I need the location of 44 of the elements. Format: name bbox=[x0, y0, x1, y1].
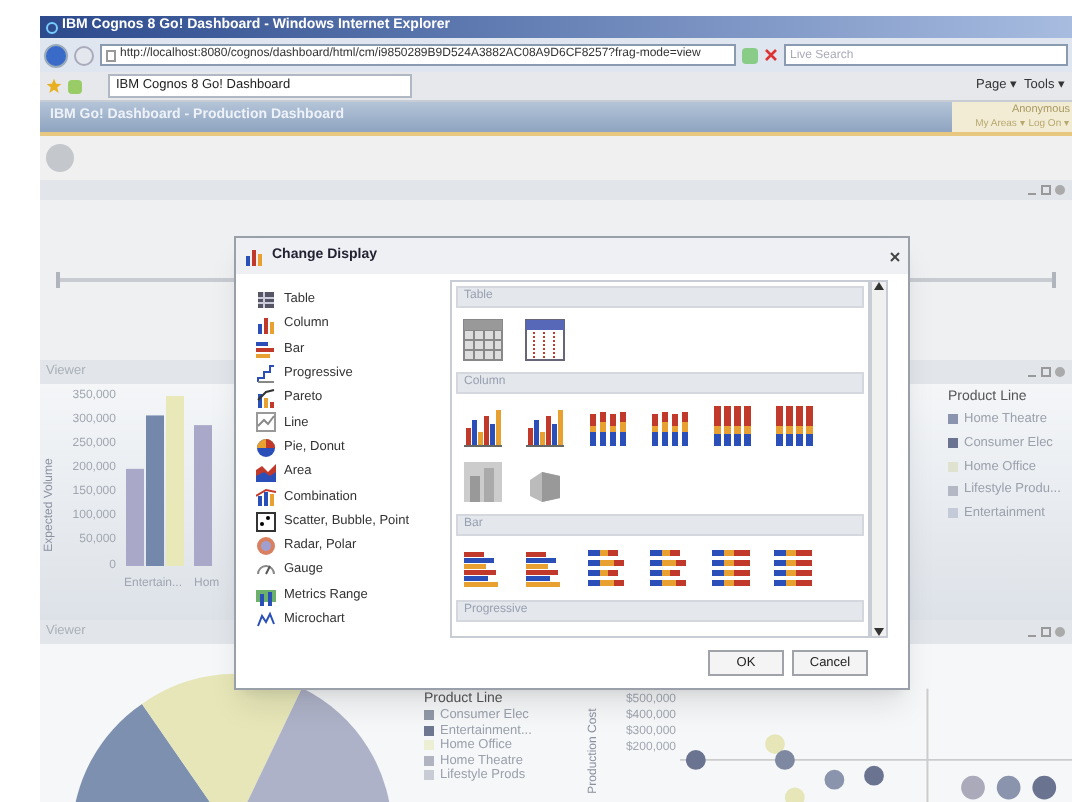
chart-type-thumbnail[interactable] bbox=[772, 546, 814, 590]
combination-chart-icon bbox=[256, 486, 276, 507]
bar bbox=[146, 415, 164, 566]
bar bbox=[194, 425, 212, 566]
chart-type-thumbnail[interactable] bbox=[524, 546, 566, 590]
window-controls-icon[interactable] bbox=[1026, 366, 1066, 378]
stop-icon[interactable] bbox=[764, 48, 778, 62]
slider-handle[interactable] bbox=[56, 272, 60, 288]
area-chart-icon bbox=[256, 462, 276, 483]
page-icon bbox=[106, 49, 116, 61]
chart-type-thumbnail[interactable] bbox=[524, 404, 566, 448]
pareto-chart-icon bbox=[256, 388, 276, 409]
chart-type-thumbnail[interactable] bbox=[462, 318, 504, 362]
chart-type-thumbnail[interactable] bbox=[462, 404, 504, 448]
radar-chart-icon bbox=[256, 535, 276, 556]
scrollbar[interactable] bbox=[870, 280, 888, 638]
step-chart-icon bbox=[256, 363, 276, 384]
close-icon[interactable] bbox=[890, 251, 900, 261]
back-button[interactable] bbox=[44, 43, 68, 67]
column-chart-icon bbox=[256, 314, 276, 335]
bar-chart-icon bbox=[256, 339, 276, 360]
bar bbox=[166, 396, 184, 566]
slider-handle[interactable] bbox=[1052, 272, 1056, 288]
chart-type-thumbnail[interactable] bbox=[462, 460, 504, 504]
chart-type-thumbnail[interactable] bbox=[710, 546, 752, 590]
microchart-icon bbox=[256, 609, 276, 630]
chart-type-thumbnail[interactable] bbox=[524, 318, 566, 362]
chart-type-thumbnail[interactable] bbox=[462, 546, 504, 590]
pie-chart-icon bbox=[256, 437, 276, 458]
scroll-down-icon[interactable] bbox=[874, 628, 884, 636]
bar bbox=[126, 468, 144, 566]
metrics-range-icon bbox=[256, 585, 276, 606]
column-chart-icon bbox=[244, 246, 264, 266]
table-icon bbox=[256, 290, 276, 310]
chart-type-thumbnail[interactable] bbox=[710, 404, 752, 448]
favorites-star-icon[interactable] bbox=[46, 78, 62, 94]
browser-logo-icon bbox=[46, 21, 58, 33]
chart-type-thumbnail[interactable] bbox=[648, 546, 690, 590]
chart-type-thumbnail[interactable] bbox=[772, 404, 814, 448]
window-controls-icon[interactable] bbox=[1026, 626, 1066, 638]
line-chart-icon bbox=[256, 412, 276, 433]
chart-type-thumbnail[interactable] bbox=[586, 546, 628, 590]
scatter-chart-icon bbox=[256, 511, 276, 532]
window-controls-icon[interactable] bbox=[1026, 184, 1066, 196]
